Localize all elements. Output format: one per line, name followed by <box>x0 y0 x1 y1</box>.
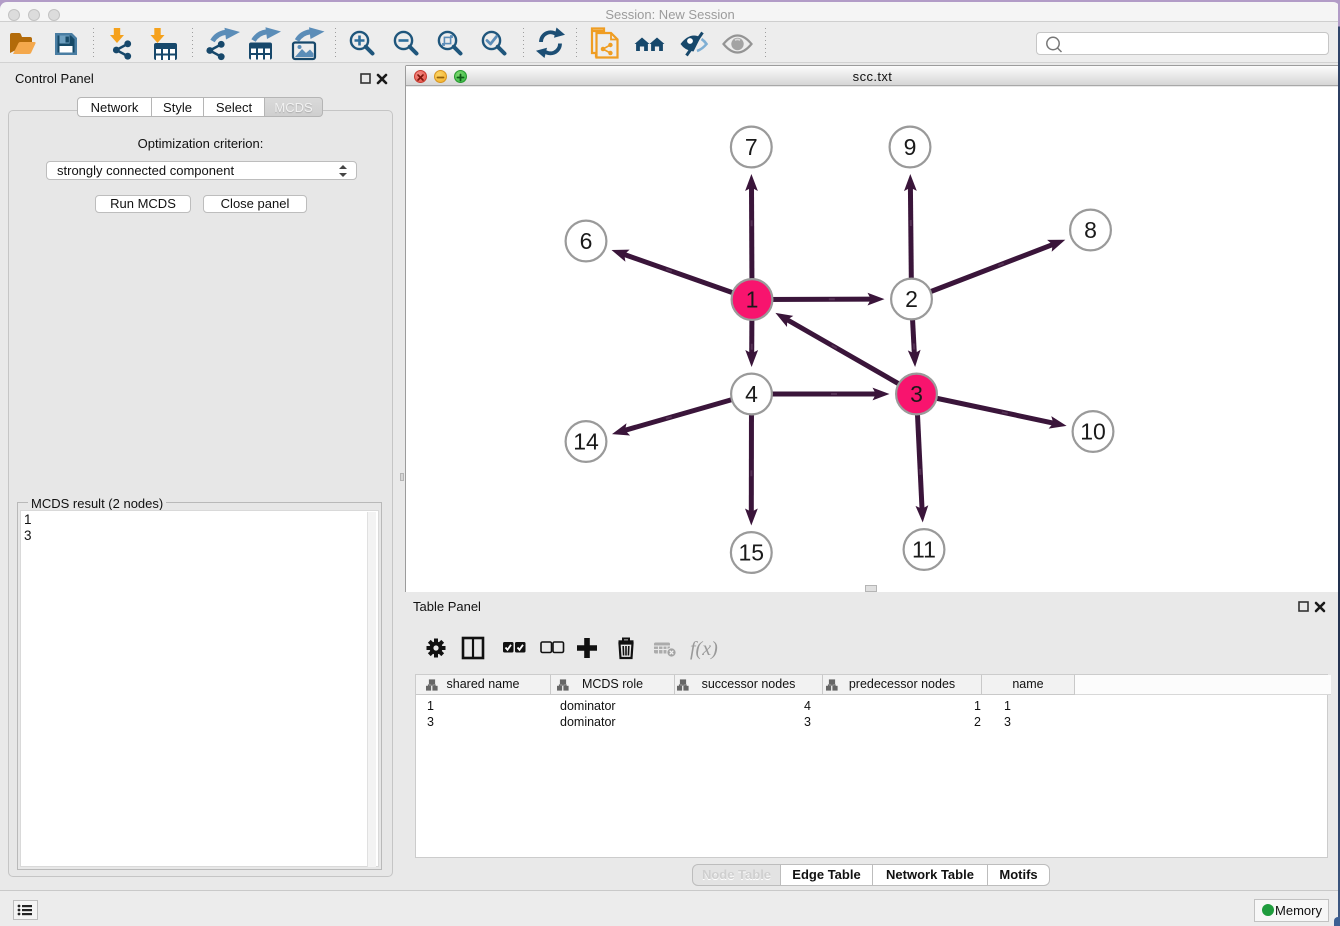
svg-text:9: 9 <box>904 134 917 160</box>
svg-text:11: 11 <box>912 537 936 563</box>
svg-text:1: 1 <box>746 287 759 313</box>
svg-text:6: 6 <box>580 228 593 254</box>
svg-text:8: 8 <box>1084 217 1097 243</box>
svg-text:7: 7 <box>745 134 758 160</box>
svg-text:f(x): f(x) <box>690 638 718 660</box>
svg-text:14: 14 <box>573 429 599 455</box>
svg-text:4: 4 <box>745 381 758 407</box>
svg-text:2: 2 <box>905 286 918 312</box>
svg-text:10: 10 <box>1080 419 1106 445</box>
svg-text:3: 3 <box>910 381 923 407</box>
svg-text:15: 15 <box>739 540 765 566</box>
